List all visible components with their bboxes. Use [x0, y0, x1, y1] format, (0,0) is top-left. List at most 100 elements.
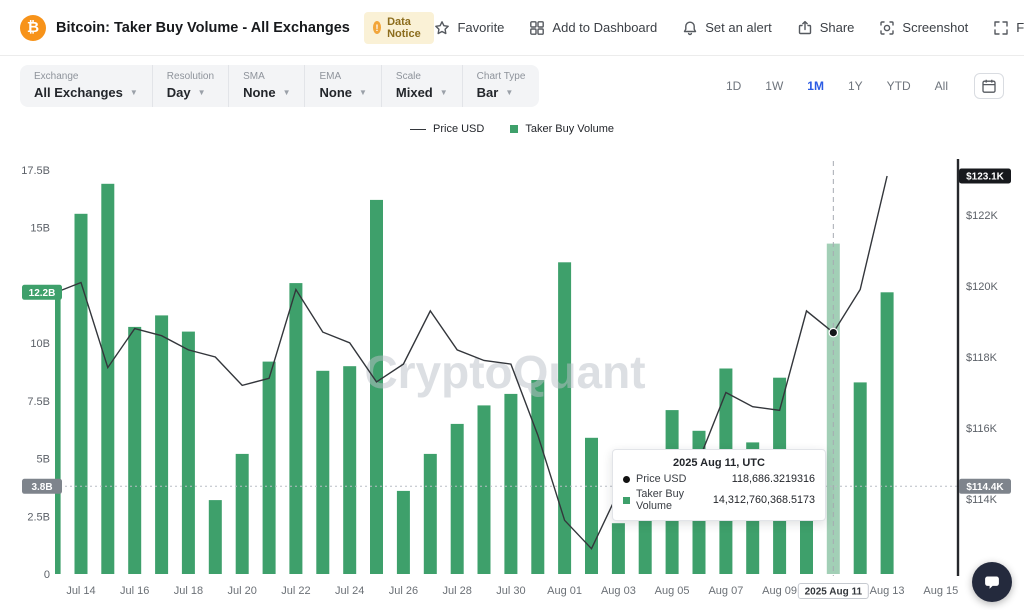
- chart-legend: Price USD Taker Buy Volume: [0, 123, 1024, 135]
- set-alert-label: Set an alert: [705, 20, 772, 35]
- chart-type-select[interactable]: Chart Type Bar▼: [463, 65, 540, 107]
- volume-bar[interactable]: [101, 184, 114, 574]
- left-axis-label: 17.5B: [21, 165, 50, 177]
- chevron-down-icon: ▼: [130, 88, 138, 97]
- add-to-dashboard-label: Add to Dashboard: [552, 20, 657, 35]
- volume-bar[interactable]: [128, 327, 141, 574]
- volume-bar[interactable]: [558, 262, 571, 574]
- legend-volume-label: Taker Buy Volume: [525, 123, 614, 135]
- share-button[interactable]: Share: [797, 20, 855, 36]
- header-actions: Favorite Add to Dashboard Set an alert S…: [434, 20, 1024, 36]
- volume-bar[interactable]: [478, 405, 491, 574]
- crosshair-dot: [829, 328, 837, 336]
- chart-area[interactable]: CryptoQuant02.5B5B7.5B10B15B17.5B$114K$1…: [0, 155, 1024, 610]
- range-1d[interactable]: 1D: [724, 77, 743, 95]
- ema-select[interactable]: EMA None▼: [305, 65, 381, 107]
- crosshair-date-badge: 2025 Aug 11: [798, 584, 868, 599]
- page-title: Bitcoin: Taker Buy Volume - All Exchange…: [56, 20, 350, 36]
- fullscreen-label: Full: [1016, 20, 1024, 35]
- range-all[interactable]: All: [933, 77, 950, 95]
- left-axis-label: 10B: [30, 338, 50, 350]
- tooltip-row-price: Price USD 118,686.3219316: [623, 473, 815, 485]
- scale-select[interactable]: Scale Mixed▼: [382, 65, 463, 107]
- exchange-value: All Exchanges: [34, 85, 123, 100]
- volume-bar[interactable]: [531, 380, 544, 574]
- range-1m[interactable]: 1M: [805, 77, 826, 95]
- svg-text:$123.1K: $123.1K: [966, 172, 1005, 183]
- scale-label: Scale: [396, 71, 448, 82]
- right-axis-label: $122K: [966, 210, 998, 222]
- volume-bar[interactable]: [209, 500, 222, 574]
- left-axis-label: 5B: [37, 454, 50, 466]
- star-icon: [434, 20, 450, 36]
- bitcoin-logo-icon: ₿: [20, 15, 46, 41]
- screenshot-button[interactable]: Screenshot: [879, 20, 968, 36]
- range-1y[interactable]: 1Y: [846, 77, 865, 95]
- volume-bar[interactable]: [424, 454, 437, 574]
- share-icon: [797, 20, 813, 36]
- fullscreen-button[interactable]: Full: [993, 20, 1024, 36]
- volume-bar[interactable]: [504, 394, 517, 574]
- x-axis-label: Jul 16: [120, 585, 149, 597]
- x-axis-label: Jul 22: [281, 585, 310, 597]
- volume-bar[interactable]: [343, 366, 356, 574]
- volume-bar[interactable]: [182, 332, 195, 574]
- right-axis-label: $116K: [966, 423, 998, 435]
- volume-bar[interactable]: [585, 438, 598, 574]
- left-axis-label: 0: [44, 569, 50, 581]
- data-notice-badge[interactable]: ! Data Notice: [364, 12, 435, 44]
- volume-marker-icon: [623, 497, 630, 504]
- tooltip-volume-label: Taker Buy Volume: [636, 488, 707, 512]
- volume-bar[interactable]: [48, 285, 61, 574]
- tooltip-date: 2025 Aug 11, UTC: [623, 457, 815, 469]
- line-swatch-icon: [410, 129, 426, 130]
- chart-tooltip: 2025 Aug 11, UTC Price USD 118,686.32193…: [612, 449, 826, 521]
- volume-bar[interactable]: [263, 362, 276, 574]
- sma-value: None: [243, 85, 276, 100]
- right-axis-label: $118K: [966, 352, 998, 364]
- x-axis-label: Jul 30: [496, 585, 525, 597]
- sma-select[interactable]: SMA None▼: [229, 65, 305, 107]
- warning-icon: !: [373, 21, 381, 34]
- chevron-down-icon: ▼: [359, 88, 367, 97]
- range-ytd[interactable]: YTD: [885, 77, 913, 95]
- crosshair-price-badge: $114.4K: [959, 479, 1011, 494]
- chart-toolbar: Exchange All Exchanges▼ Resolution Day▼ …: [0, 62, 1024, 110]
- volume-bar[interactable]: [881, 292, 894, 574]
- left-axis-label: 7.5B: [27, 396, 50, 408]
- share-label: Share: [820, 20, 855, 35]
- chart-canvas[interactable]: CryptoQuant02.5B5B7.5B10B15B17.5B$114K$1…: [0, 155, 1024, 610]
- dashboard-icon: [529, 20, 545, 36]
- volume-bar[interactable]: [75, 214, 88, 574]
- range-1w[interactable]: 1W: [763, 77, 785, 95]
- x-axis-label: Jul 28: [443, 585, 472, 597]
- volume-bar[interactable]: [316, 371, 329, 574]
- volume-bar[interactable]: [289, 283, 302, 574]
- exchange-select[interactable]: Exchange All Exchanges▼: [20, 65, 153, 107]
- crosshair-volume-badge: 3.8B: [22, 479, 62, 494]
- volume-bar[interactable]: [236, 454, 249, 574]
- chart-type-value: Bar: [477, 85, 499, 100]
- x-axis-label: Jul 18: [174, 585, 203, 597]
- x-axis-label: Aug 05: [655, 585, 690, 597]
- tooltip-price-value: 118,686.3219316: [732, 473, 815, 485]
- svg-text:12.2B: 12.2B: [29, 288, 56, 299]
- volume-bar[interactable]: [612, 523, 625, 574]
- date-range-picker-button[interactable]: [974, 73, 1004, 99]
- tooltip-price-label: Price USD: [636, 473, 686, 485]
- x-axis-label: Jul 20: [228, 585, 257, 597]
- chat-widget-button[interactable]: [972, 562, 1012, 602]
- svg-text:3.8B: 3.8B: [31, 482, 52, 493]
- set-alert-button[interactable]: Set an alert: [682, 20, 772, 36]
- add-to-dashboard-button[interactable]: Add to Dashboard: [529, 20, 657, 36]
- legend-price-usd[interactable]: Price USD: [410, 123, 484, 135]
- volume-bar[interactable]: [397, 491, 410, 574]
- cryptoquant-chart-page: { "header": { "logo_symbol": "₿", "title…: [0, 0, 1024, 610]
- legend-price-label: Price USD: [433, 123, 484, 135]
- volume-bar[interactable]: [854, 382, 867, 574]
- legend-taker-buy-volume[interactable]: Taker Buy Volume: [510, 123, 614, 135]
- volume-bar[interactable]: [451, 424, 464, 574]
- volume-bar[interactable]: [155, 315, 168, 574]
- favorite-button[interactable]: Favorite: [434, 20, 504, 36]
- resolution-select[interactable]: Resolution Day▼: [153, 65, 229, 107]
